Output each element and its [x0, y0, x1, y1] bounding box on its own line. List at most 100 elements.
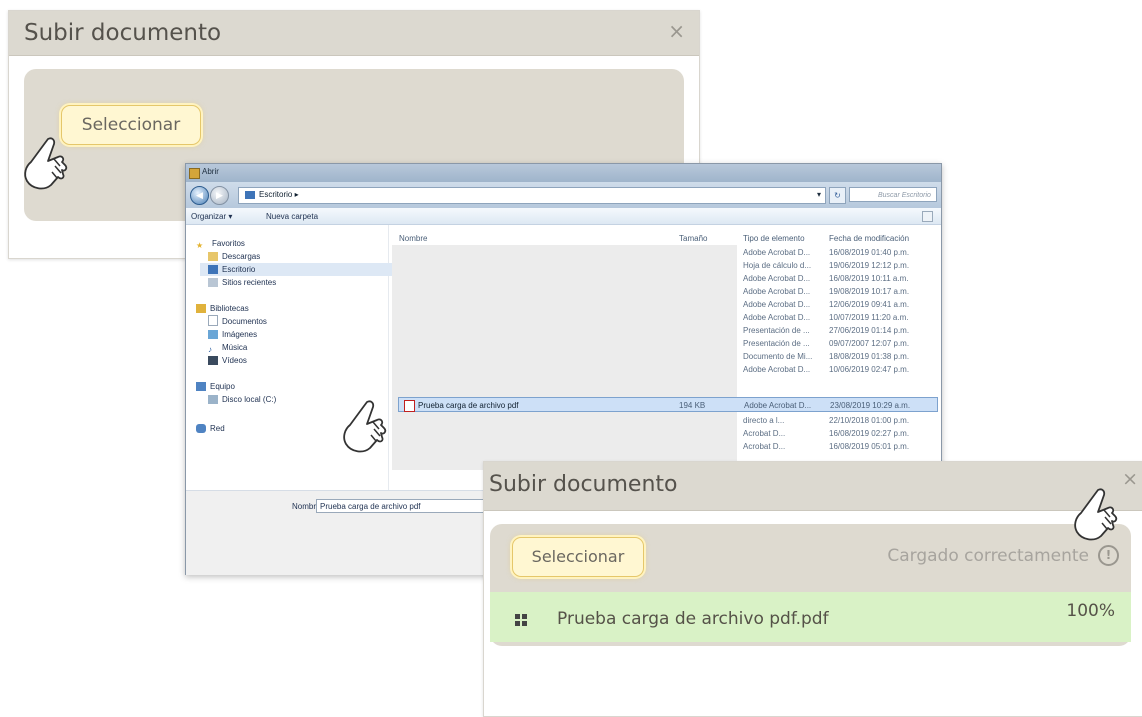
organize-button[interactable]: Organizar ▾ — [191, 212, 232, 221]
list-item[interactable]: Documento de Mi... 18/08/2019 01:38 p.m. — [389, 350, 941, 363]
app-icon — [189, 168, 200, 179]
file-type: Adobe Acrobat D... — [743, 248, 811, 257]
hand-pointer-icon — [343, 400, 387, 453]
file-date: 09/07/2007 12:07 p.m. — [829, 339, 910, 348]
file-date: 10/07/2019 11:20 a.m. — [829, 313, 909, 322]
upload-dialog-front: Subir documento × Seleccionar Cargado co… — [483, 461, 1142, 717]
file-type: Presentación de ... — [743, 339, 810, 348]
music-icon: ♪ — [208, 345, 212, 354]
search-input[interactable]: Buscar Escritorio — [849, 187, 937, 202]
nav-documents[interactable]: Documentos — [208, 315, 267, 328]
address-input[interactable]: Escritorio ▸ ▾ — [238, 187, 826, 204]
file-date: 19/08/2019 10:17 a.m. — [829, 287, 910, 296]
file-type: Hoja de cálculo d... — [743, 261, 812, 270]
nav-local-disk[interactable]: Disco local (C:) — [208, 393, 276, 406]
address-bar: ◀ ▶ Escritorio ▸ ▾ ↻ Buscar Escritorio — [186, 182, 941, 208]
nav-images[interactable]: Imágenes — [208, 328, 257, 341]
file-type: Documento de Mi... — [743, 352, 813, 361]
list-item[interactable]: Hoja de cálculo d... 19/06/2019 12:12 p.m… — [389, 259, 941, 272]
computer-icon — [196, 382, 206, 391]
select-button[interactable]: Seleccionar — [512, 537, 644, 577]
nav-label: Equipo — [210, 382, 235, 391]
file-date: 19/06/2019 12:12 p.m. — [829, 261, 910, 270]
selected-file-row[interactable]: Prueba carga de archivo pdf 194 KB Adobe… — [398, 397, 938, 412]
hand-pointer-icon — [1074, 488, 1118, 541]
list-item[interactable]: Acrobat D... 16/08/2019 05:01 p.m. — [389, 440, 941, 453]
dialog-header: Subir documento × — [9, 11, 699, 56]
breadcrumb[interactable]: Escritorio ▸ — [259, 190, 299, 199]
list-item[interactable]: Presentación de ... 09/07/2007 12:07 p.m. — [389, 337, 941, 350]
upload-panel: Seleccionar Cargado correctamente ! Prue… — [490, 524, 1131, 646]
nav-videos[interactable]: Vídeos — [208, 354, 247, 367]
nav-label: Descargas — [222, 252, 261, 261]
column-date[interactable]: Fecha de modificación — [829, 234, 909, 243]
nav-label: Vídeos — [222, 356, 247, 365]
file-type: Acrobat D... — [743, 442, 786, 451]
nav-label: Música — [222, 343, 248, 352]
video-icon — [208, 356, 218, 365]
file-type: Acrobat D... — [743, 429, 786, 438]
nav-label: Imágenes — [222, 330, 258, 339]
nav-computer[interactable]: Equipo — [196, 380, 235, 393]
dialog-title: Subir documento — [489, 472, 678, 497]
nav-label: Documentos — [222, 317, 267, 326]
new-folder-button[interactable]: Nueva carpeta — [266, 212, 318, 221]
chevron-down-icon[interactable]: ▾ — [817, 190, 821, 199]
uploaded-file-name: Prueba carga de archivo pdf.pdf — [557, 609, 829, 629]
file-type: Adobe Acrobat D... — [743, 274, 811, 283]
file-type: Adobe Acrobat D... — [743, 365, 811, 374]
forward-icon[interactable]: ▶ — [210, 186, 229, 205]
file-type: Adobe Acrobat D... — [743, 287, 811, 296]
close-icon[interactable]: × — [668, 19, 685, 43]
view-options-icon[interactable] — [922, 211, 933, 222]
list-item[interactable]: Adobe Acrobat D... 16/08/2019 01:40 p.m. — [389, 246, 941, 259]
selected-file-type: Adobe Acrobat D... — [744, 401, 812, 410]
list-item[interactable]: Adobe Acrobat D... 10/06/2019 02:47 p.m. — [389, 363, 941, 376]
list-item[interactable]: Acrobat D... 16/08/2019 02:27 p.m. — [389, 427, 941, 440]
column-size[interactable]: Tamaño — [679, 234, 707, 243]
downloads-icon — [208, 252, 218, 261]
window-titlebar: Abrir — [186, 164, 941, 182]
list-item[interactable]: directo a l... 22/10/2018 01:00 p.m. — [389, 414, 941, 427]
toolbar: Organizar ▾ Nueva carpeta — [186, 208, 941, 225]
refresh-icon[interactable]: ↻ — [829, 187, 846, 204]
list-item[interactable]: Adobe Acrobat D... 19/08/2019 10:17 a.m. — [389, 285, 941, 298]
recent-icon — [208, 278, 218, 287]
file-grid-icon — [515, 614, 527, 626]
nav-downloads[interactable]: Descargas — [208, 250, 260, 263]
back-icon[interactable]: ◀ — [190, 186, 209, 205]
list-item[interactable]: Adobe Acrobat D... 16/08/2019 10:11 a.m. — [389, 272, 941, 285]
column-type[interactable]: Tipo de elemento — [743, 234, 805, 243]
info-icon: ! — [1098, 545, 1119, 566]
nav-music[interactable]: ♪ Música — [208, 341, 247, 354]
nav-label: Escritorio — [222, 265, 256, 274]
upload-status-text: Cargado correctamente — [887, 546, 1089, 566]
upload-progress: 100% — [1066, 601, 1115, 621]
file-date: 16/08/2019 05:01 p.m. — [829, 442, 910, 451]
file-type: directo a l... — [743, 416, 785, 425]
nav-favorites[interactable]: ★ Favoritos — [196, 237, 245, 250]
hand-pointer-icon — [24, 137, 68, 190]
selected-file-date: 23/08/2019 10:29 a.m. — [830, 401, 911, 410]
column-name[interactable]: Nombre — [399, 234, 427, 243]
nav-recent[interactable]: Sitios recientes — [208, 276, 276, 289]
list-item[interactable]: Adobe Acrobat D... 12/06/2019 09:41 a.m. — [389, 298, 941, 311]
file-type: Adobe Acrobat D... — [743, 313, 811, 322]
list-item[interactable]: Presentación de ... 27/06/2019 01:14 p.m. — [389, 324, 941, 337]
file-date: 22/10/2018 01:00 p.m. — [829, 416, 910, 425]
nav-desktop[interactable]: Escritorio — [200, 263, 394, 276]
list-item[interactable]: Adobe Acrobat D... 10/07/2019 11:20 a.m. — [389, 311, 941, 324]
select-button[interactable]: Seleccionar — [61, 105, 201, 145]
file-type: Adobe Acrobat D... — [743, 300, 811, 309]
nav-label: Red — [210, 424, 225, 433]
close-icon[interactable]: × — [1122, 468, 1138, 490]
file-date: 16/08/2019 10:11 a.m. — [829, 274, 909, 283]
nav-network[interactable]: Red — [196, 422, 225, 435]
star-icon: ★ — [196, 241, 204, 250]
folder-icon — [245, 191, 255, 199]
dialog-title: Subir documento — [24, 20, 222, 46]
file-type: Presentación de ... — [743, 326, 810, 335]
nav-libraries[interactable]: Bibliotecas — [196, 302, 249, 315]
disk-icon — [208, 395, 218, 404]
nav-label: Favoritos — [212, 239, 245, 248]
